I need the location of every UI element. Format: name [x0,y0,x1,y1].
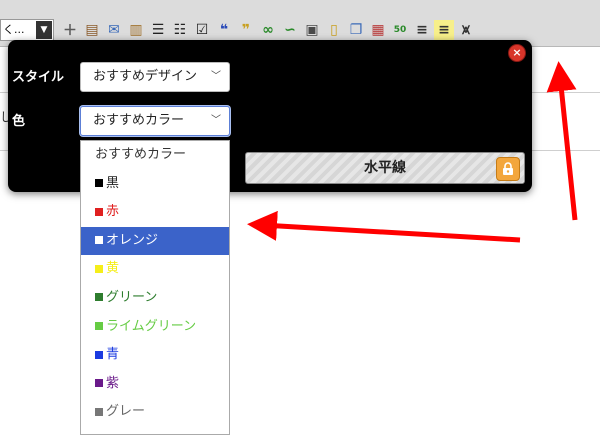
annotation-arrow-left [247,210,521,243]
annotation-arrows [247,61,578,243]
annotation-arrow-up [546,61,578,221]
